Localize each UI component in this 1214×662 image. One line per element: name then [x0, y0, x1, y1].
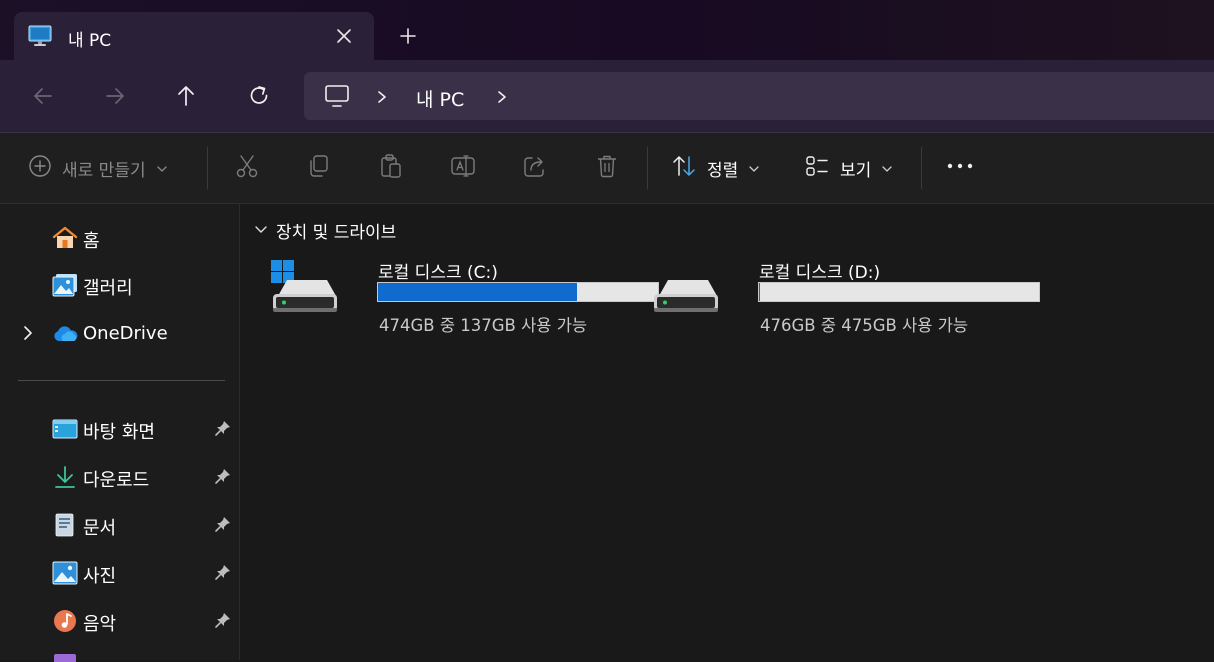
copy-icon	[306, 153, 332, 183]
sidebar-item-label: 사진	[83, 566, 117, 587]
command-separator	[647, 147, 648, 189]
chevron-down-icon	[881, 159, 893, 178]
download-icon	[52, 465, 76, 489]
scissors-icon	[234, 153, 260, 183]
view-list-icon	[804, 153, 830, 183]
close-tab-button[interactable]	[332, 24, 356, 48]
sidebar-item-label: OneDrive	[83, 323, 168, 344]
sidebar-item-documents[interactable]: 문서	[0, 507, 239, 543]
new-tab-button[interactable]	[396, 24, 420, 48]
tab-this-pc[interactable]: 내 PC	[14, 12, 374, 60]
more-options-button[interactable]	[946, 155, 974, 181]
drive-usage-fill	[378, 283, 578, 301]
pin-icon[interactable]	[214, 419, 232, 441]
sidebar-item-label: 바탕 화면	[83, 422, 155, 443]
chevron-right-icon[interactable]	[22, 325, 34, 345]
rename-button[interactable]	[450, 155, 476, 181]
drive-usage-bar	[377, 282, 659, 302]
view-button[interactable]: 보기	[804, 155, 893, 181]
tab-title: 내 PC	[68, 31, 112, 51]
sidebar-item-pictures[interactable]: 사진	[0, 555, 239, 591]
chevron-down-icon	[748, 159, 760, 178]
sidebar-item-label: 문서	[83, 518, 117, 539]
drive-name: 로컬 디스크 (D:)	[759, 263, 881, 283]
navigation-bar: 내 PC	[0, 60, 1214, 133]
command-separator	[921, 147, 922, 189]
sort-arrows-icon	[671, 153, 697, 183]
drive-item-c[interactable]: 로컬 디스크 (C:) 474GB 중 137GB 사용 가능	[270, 256, 659, 340]
group-header-devices[interactable]: 장치 및 드라이브	[254, 218, 396, 243]
sort-button[interactable]: 정렬	[671, 155, 760, 181]
drive-name: 로컬 디스크 (C:)	[378, 263, 498, 283]
title-bar: 내 PC	[0, 0, 1214, 60]
new-button[interactable]: 새로 만들기	[28, 155, 168, 181]
sidebar-item-onedrive[interactable]: OneDrive	[0, 316, 239, 352]
sidebar-item-gallery[interactable]: 갤러리	[0, 267, 239, 303]
group-header-label: 장치 및 드라이브	[276, 223, 397, 243]
sidebar-item-desktop[interactable]: 바탕 화면	[0, 411, 239, 447]
windows-logo-icon	[271, 260, 294, 283]
pc-monitor-icon	[28, 25, 52, 51]
share-icon	[522, 153, 548, 183]
ellipsis-icon	[946, 153, 974, 183]
desktop-icon	[52, 417, 78, 441]
sidebar-item-label: 갤러리	[83, 278, 133, 299]
chevron-down-icon	[254, 221, 268, 240]
chevron-right-icon[interactable]	[496, 89, 508, 108]
sort-button-label: 정렬	[707, 160, 739, 181]
forward-button[interactable]	[102, 83, 128, 109]
pictures-icon	[52, 561, 78, 585]
rename-icon	[450, 153, 476, 183]
pin-icon[interactable]	[214, 467, 232, 489]
delete-button[interactable]	[594, 155, 620, 181]
address-bar[interactable]: 내 PC	[304, 72, 1214, 120]
breadcrumb-this-pc[interactable]: 내 PC	[416, 85, 464, 112]
documents-icon	[52, 513, 76, 537]
navigation-pane: 홈 갤러리 OneDrive 바탕 화면 다운로드 문서 사진 음악	[0, 204, 240, 662]
command-bar: 새로 만들기 정렬 보기	[0, 133, 1214, 204]
view-button-label: 보기	[840, 160, 872, 181]
sidebar-item-downloads[interactable]: 다운로드	[0, 459, 239, 495]
videos-icon	[54, 654, 76, 662]
system-drive-icon	[270, 256, 340, 320]
command-separator	[207, 147, 208, 189]
drive-free-space: 476GB 중 475GB 사용 가능	[760, 316, 969, 335]
pin-icon[interactable]	[214, 611, 232, 633]
refresh-button[interactable]	[246, 83, 272, 109]
chevron-right-icon[interactable]	[376, 89, 388, 108]
clipboard-icon	[378, 153, 404, 183]
home-icon	[52, 226, 78, 250]
new-button-label: 새로 만들기	[62, 160, 146, 181]
pin-icon[interactable]	[214, 563, 232, 585]
back-button[interactable]	[30, 83, 56, 109]
content-pane: 장치 및 드라이브 로컬 디스크 (C:) 474GB 중 137GB 사용 가…	[240, 204, 1214, 660]
chevron-down-icon	[156, 159, 168, 178]
onedrive-cloud-icon	[52, 322, 78, 346]
drive-free-space: 474GB 중 137GB 사용 가능	[379, 316, 588, 335]
drive-usage-fill	[759, 283, 760, 301]
sidebar-divider	[18, 380, 225, 381]
up-button[interactable]	[173, 83, 199, 109]
plus-circle-icon	[28, 154, 52, 182]
sidebar-item-label: 홈	[83, 231, 100, 252]
pc-outline-icon[interactable]	[324, 84, 350, 112]
paste-button[interactable]	[378, 153, 404, 183]
drive-usage-bar	[758, 282, 1040, 302]
sidebar-item-label: 다운로드	[83, 470, 150, 491]
share-button[interactable]	[522, 155, 548, 181]
gallery-icon	[52, 273, 77, 297]
trash-icon	[594, 153, 620, 183]
drive-item-d[interactable]: 로컬 디스크 (D:) 476GB 중 475GB 사용 가능	[651, 256, 1040, 340]
pin-icon[interactable]	[214, 515, 232, 537]
sidebar-item-home[interactable]: 홈	[0, 220, 239, 256]
copy-button[interactable]	[306, 155, 332, 181]
music-icon	[52, 609, 76, 633]
cut-button[interactable]	[234, 155, 260, 181]
sidebar-item-music[interactable]: 음악	[0, 603, 239, 639]
sidebar-item-label: 음악	[83, 614, 117, 635]
drive-icon	[651, 256, 721, 320]
